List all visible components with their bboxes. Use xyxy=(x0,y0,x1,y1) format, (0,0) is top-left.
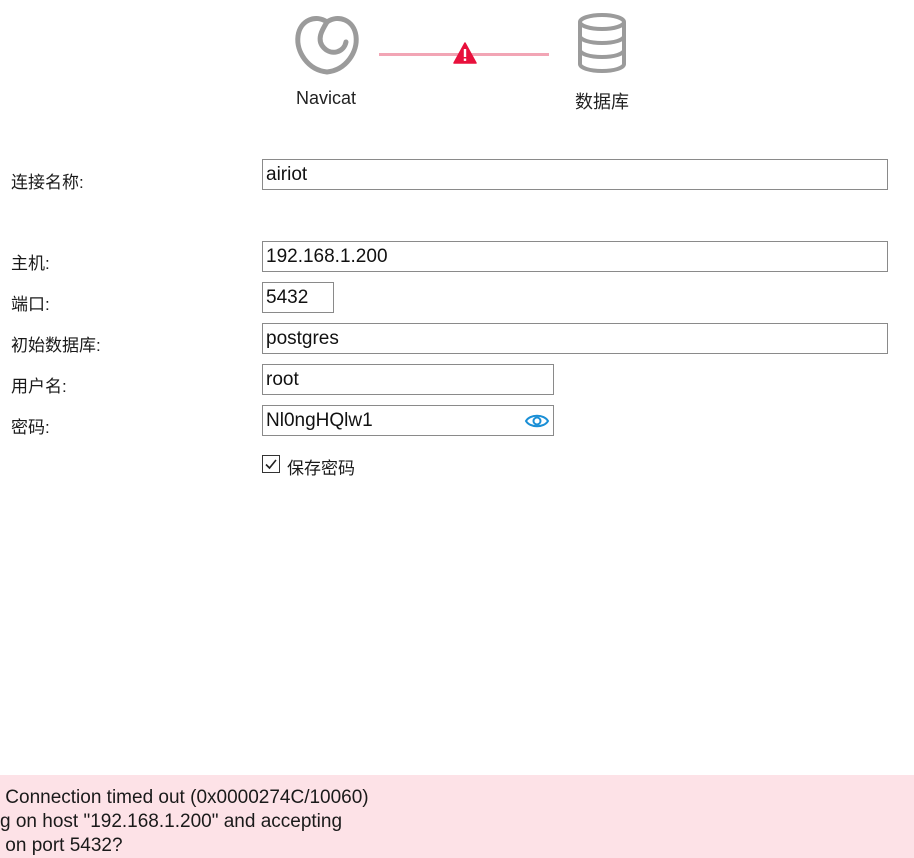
navicat-logo-icon xyxy=(295,16,359,75)
password-input[interactable]: Nl0ngHQlw1 xyxy=(266,410,373,431)
database-label: 数据库 xyxy=(575,92,629,112)
database-icon xyxy=(578,13,626,74)
warning-icon xyxy=(453,42,477,64)
initial-database-label: 初始数据库: xyxy=(11,336,101,355)
password-field[interactable]: Nl0ngHQlw1 xyxy=(262,405,554,436)
password-label: 密码: xyxy=(11,418,50,437)
username-label: 用户名: xyxy=(11,377,67,396)
host-input[interactable]: 192.168.1.200 xyxy=(262,241,888,272)
error-message-line: g on host "192.168.1.200" and accepting xyxy=(0,811,343,832)
navicat-label: Navicat xyxy=(296,88,357,108)
error-message-line: on port 5432? xyxy=(0,835,123,856)
save-password-label: 保存密码 xyxy=(287,459,355,478)
save-password-checkbox[interactable] xyxy=(262,455,280,473)
port-input[interactable]: 5432 xyxy=(262,282,334,313)
host-label: 主机: xyxy=(11,254,50,273)
username-input[interactable]: root xyxy=(262,364,554,395)
error-banner: Connection timed out (0x0000274C/10060) … xyxy=(0,775,914,858)
error-message-line: Connection timed out (0x0000274C/10060) xyxy=(0,787,369,808)
connection-name-label: 连接名称: xyxy=(11,173,84,192)
checkmark-icon xyxy=(265,459,277,470)
connection-name-input[interactable]: airiot xyxy=(262,159,888,190)
port-label: 端口: xyxy=(11,295,50,314)
show-password-eye-icon[interactable] xyxy=(524,410,550,432)
initial-database-input[interactable]: postgres xyxy=(262,323,888,354)
